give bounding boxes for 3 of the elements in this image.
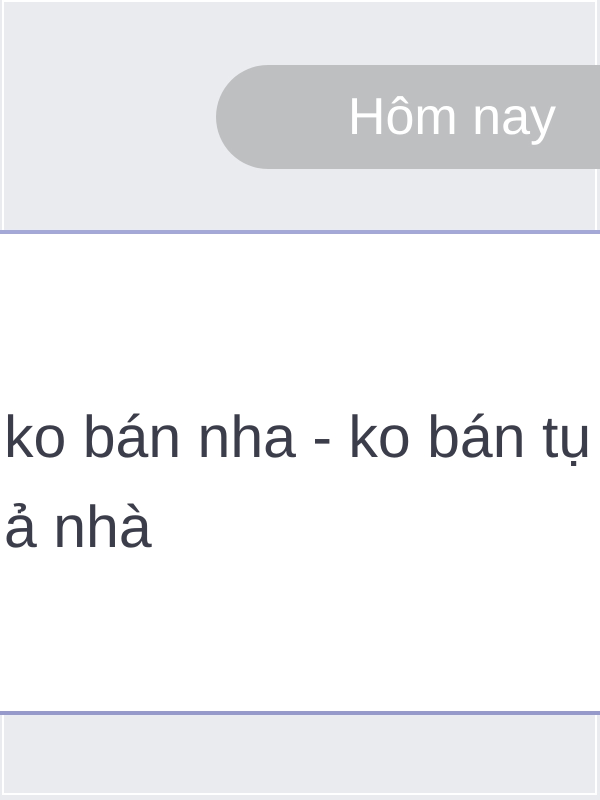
message-text: ko bán nha - ko bán tụ <box>4 403 592 472</box>
date-label: Hôm nay <box>216 65 600 169</box>
message-text: ả nhà <box>4 493 152 562</box>
